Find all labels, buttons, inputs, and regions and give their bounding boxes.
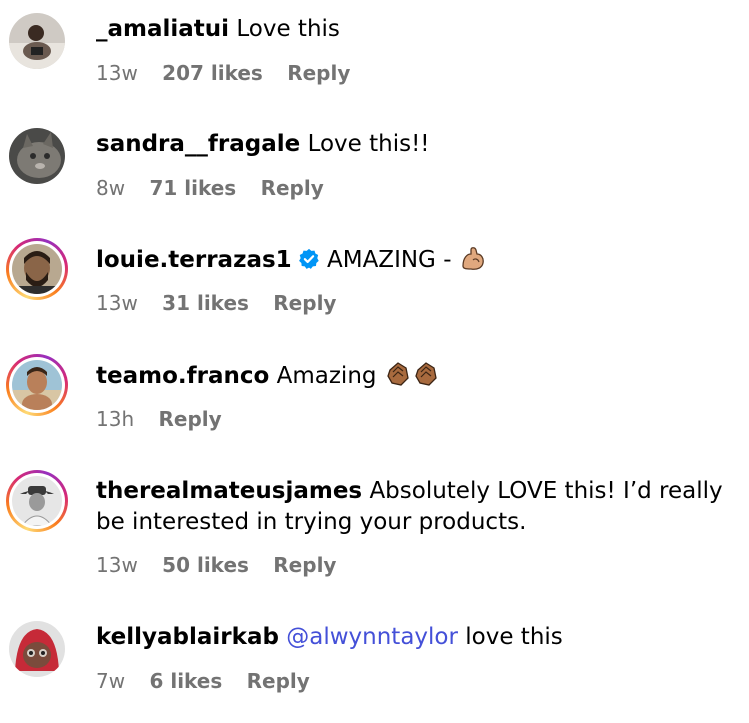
- reply-button[interactable]: Reply: [273, 553, 336, 577]
- comment-text: Amazing: [276, 363, 377, 389]
- comment-timestamp[interactable]: 13h: [96, 407, 134, 431]
- comment-username[interactable]: kellyablairkab: [96, 624, 279, 650]
- comment-text: love this: [465, 624, 563, 650]
- reply-button[interactable]: Reply: [247, 669, 310, 693]
- avatar-photo-icon: [9, 621, 65, 677]
- avatar-with-story-ring[interactable]: [6, 470, 68, 532]
- comment-username[interactable]: sandra__fragale: [96, 131, 300, 157]
- comment-username[interactable]: therealmateusjames: [96, 478, 362, 504]
- comment-likes[interactable]: 71 likes: [149, 176, 236, 200]
- avatar-photo-icon: [12, 360, 62, 410]
- comment-text: AMAZING -: [327, 247, 452, 273]
- avatar-photo-icon: [9, 128, 65, 184]
- reply-button[interactable]: Reply: [273, 291, 336, 315]
- comment-text: Love this: [236, 16, 340, 42]
- comment-likes[interactable]: 50 likes: [162, 553, 249, 577]
- avatar-photo-icon: [12, 244, 62, 294]
- comment-item: sandra__fragale Love this!! 8w 71 likes …: [0, 115, 749, 225]
- comment-timestamp[interactable]: 13w: [96, 61, 138, 85]
- reply-button[interactable]: Reply: [261, 176, 324, 200]
- clapping-hands-icon: [415, 362, 437, 386]
- comment-likes[interactable]: 31 likes: [162, 291, 249, 315]
- comment-likes[interactable]: 6 likes: [149, 669, 222, 693]
- comment-timestamp[interactable]: 7w: [96, 669, 125, 693]
- comment-text: Love this!!: [307, 131, 430, 157]
- reply-button[interactable]: Reply: [287, 61, 350, 85]
- avatar-photo-icon: [9, 13, 65, 69]
- comment-item: louie.terrazas1 AMAZING - 13w 31 likes R…: [0, 230, 749, 340]
- comment-item: therealmateusjames Absolutely LOVE this!…: [0, 462, 749, 602]
- reply-button[interactable]: Reply: [158, 407, 221, 431]
- avatar[interactable]: [6, 618, 68, 680]
- verified-badge-icon: [298, 248, 319, 269]
- comment-timestamp[interactable]: 13w: [96, 291, 138, 315]
- avatar-photo-icon: [12, 476, 62, 526]
- flexed-biceps-icon: [462, 247, 484, 270]
- comment-item: kellyablairkab @alwynntaylor love this 7…: [0, 608, 749, 718]
- comment-timestamp[interactable]: 8w: [96, 176, 125, 200]
- comment-timestamp[interactable]: 13w: [96, 553, 138, 577]
- avatar[interactable]: [6, 10, 68, 72]
- comment-username[interactable]: _amaliatui: [96, 16, 229, 42]
- avatar-with-story-ring[interactable]: [6, 238, 68, 300]
- comment-username[interactable]: louie.terrazas1: [96, 247, 292, 273]
- comment-username[interactable]: teamo.franco: [96, 363, 269, 389]
- comment-likes[interactable]: 207 likes: [162, 61, 263, 85]
- mention-link[interactable]: @alwynntaylor: [286, 624, 458, 650]
- comment-item: _amaliatui Love this 13w 207 likes Reply: [0, 0, 749, 110]
- comment-item: teamo.franco Amazing 13h Reply: [0, 346, 749, 456]
- avatar[interactable]: [6, 125, 68, 187]
- avatar-with-story-ring[interactable]: [6, 354, 68, 416]
- clapping-hands-icon: [387, 362, 409, 386]
